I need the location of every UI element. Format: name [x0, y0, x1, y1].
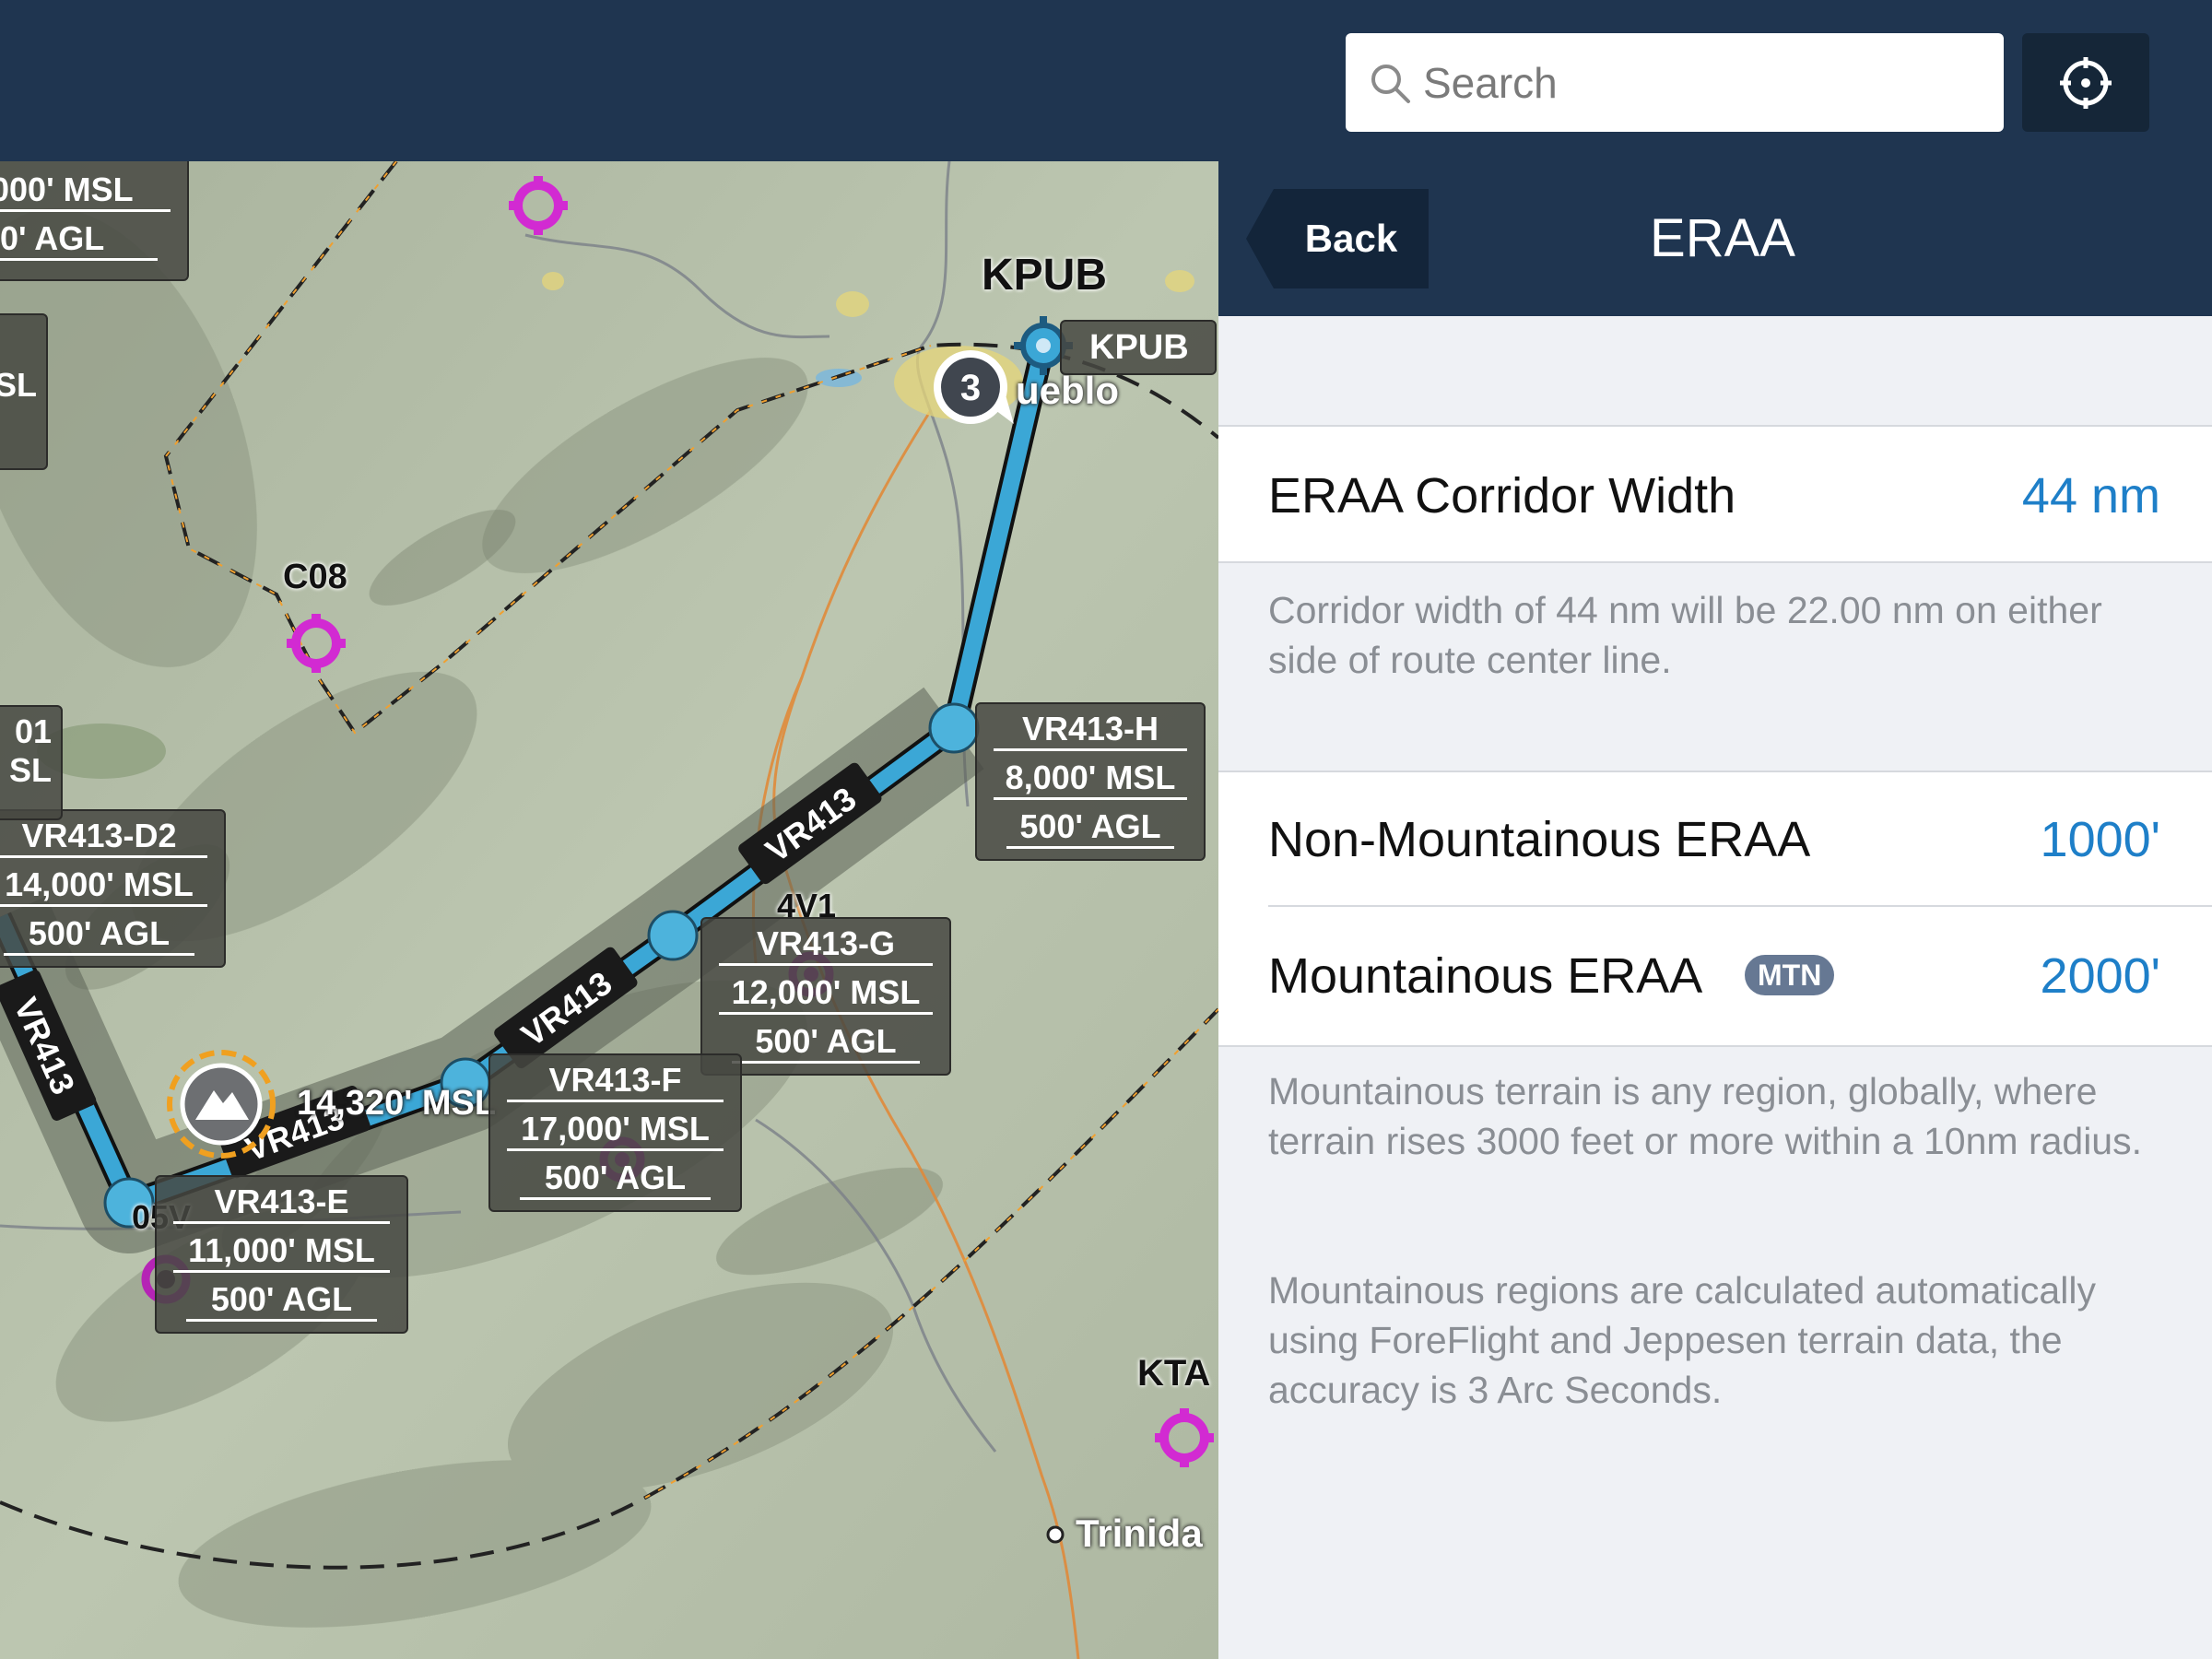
waypoint-tag-g[interactable]: VR413-G 12,000' MSL 500' AGL	[700, 917, 951, 1076]
waypoint-agl: 500' AGL	[4, 911, 194, 956]
waypoint-g-marker[interactable]	[647, 910, 699, 961]
waypoint-agl: 500' AGL	[1006, 804, 1174, 849]
waypoint-tag-top-partial[interactable]: ,000' MSL 00' AGL	[0, 161, 189, 281]
kpub-tag[interactable]: KPUB	[1060, 320, 1217, 375]
corridor-note: Corridor width of 44 nm will be 22.00 nm…	[1268, 589, 2102, 681]
trinidad-label: Trinida	[1076, 1512, 1203, 1555]
waypoint-agl: 00' AGL	[0, 216, 158, 261]
peak-elevation-label: 14,320' MSL	[297, 1084, 497, 1123]
search-box[interactable]	[1346, 33, 2004, 132]
non-mountainous-label: Non-Mountainous ERAA	[1268, 812, 1811, 867]
waypoint-msl: 17,000' MSL	[507, 1106, 724, 1151]
waypoint-name: VR413-H	[994, 704, 1187, 751]
waypoint-msl: ,000' MSL	[0, 167, 171, 212]
waypoint-agl: 500' AGL	[186, 1277, 377, 1322]
map-view[interactable]: VR413 VR413 VR413 VR413 3 KPUB KPUB uebl…	[0, 161, 1218, 1659]
trinidad-dot	[1046, 1525, 1065, 1544]
eraa-values-group: Non-Mountainous ERAA 1000' Mountainous E…	[1218, 772, 2212, 1045]
waypoint-name: VR413-F	[507, 1055, 724, 1102]
search-input[interactable]	[1423, 33, 1976, 132]
eraa-panel: ERAA Back ERAA Corridor Width 44 nm Corr…	[1218, 161, 2212, 1659]
panel-header: ERAA Back	[1218, 161, 2212, 316]
waypoint-msl: 11,000' MSL	[173, 1228, 390, 1273]
back-label: Back	[1304, 217, 1398, 260]
waypoint-tag-h[interactable]: VR413-H 8,000' MSL 500' AGL	[975, 702, 1206, 861]
mtn-badge: MTN	[1745, 955, 1835, 995]
waypoint-tag-left2-partial[interactable]: 01 SL	[0, 705, 63, 820]
waypoint-tag-f[interactable]: VR413-F 17,000' MSL 500' AGL	[488, 1053, 742, 1212]
kpub-label: KPUB	[982, 251, 1108, 300]
waypoint-agl: 500' AGL	[732, 1018, 920, 1064]
waypoint-agl: 500' AGL	[520, 1155, 711, 1200]
corridor-width-value[interactable]: 44 nm	[2022, 467, 2160, 524]
waypoint-msl: 8,000' MSL	[994, 755, 1187, 800]
svg-text:3: 3	[960, 368, 981, 408]
mountainous-note-source: Mountainous regions are calculated autom…	[1268, 1269, 2096, 1411]
top-toolbar	[0, 0, 2212, 161]
waypoint-msl: SL	[8, 751, 52, 789]
waypoint-msl: SL	[0, 366, 37, 404]
mountainous-value[interactable]: 2000'	[2041, 947, 2160, 1005]
corridor-width-row[interactable]: ERAA Corridor Width 44 nm	[1218, 427, 2212, 561]
waypoint-name: VR413-E	[173, 1177, 390, 1224]
non-mountainous-value[interactable]: 1000'	[2041, 811, 2160, 868]
back-button[interactable]: Back	[1246, 189, 1429, 288]
corridor-width-label: ERAA Corridor Width	[1268, 468, 1736, 524]
crosshair-icon	[2060, 57, 2112, 109]
kta-label: KTA	[1137, 1353, 1211, 1394]
mountainous-note-definition: Mountainous terrain is any region, globa…	[1268, 1070, 2143, 1162]
waypoint-tag-d2[interactable]: VR413-D2 14,000' MSL 500' AGL	[0, 809, 226, 968]
waypoint-tag-e[interactable]: VR413-E 11,000' MSL 500' AGL	[155, 1175, 408, 1334]
city-label: ueblo	[1016, 369, 1119, 412]
search-icon	[1371, 65, 1410, 103]
locate-button[interactable]	[2022, 33, 2149, 132]
waypoint-msl: 14,000' MSL	[0, 862, 207, 907]
waypoint-h-marker[interactable]	[928, 702, 980, 754]
mountainous-label: Mountainous ERAA	[1268, 948, 1703, 1004]
waypoint-name: VR413-G	[719, 919, 933, 966]
waypoint-tag-left-partial[interactable]: SL	[0, 313, 48, 470]
waypoint-msl: 12,000' MSL	[719, 970, 933, 1015]
waypoint-name: 01	[14, 712, 52, 750]
c08-label: C08	[283, 558, 347, 596]
